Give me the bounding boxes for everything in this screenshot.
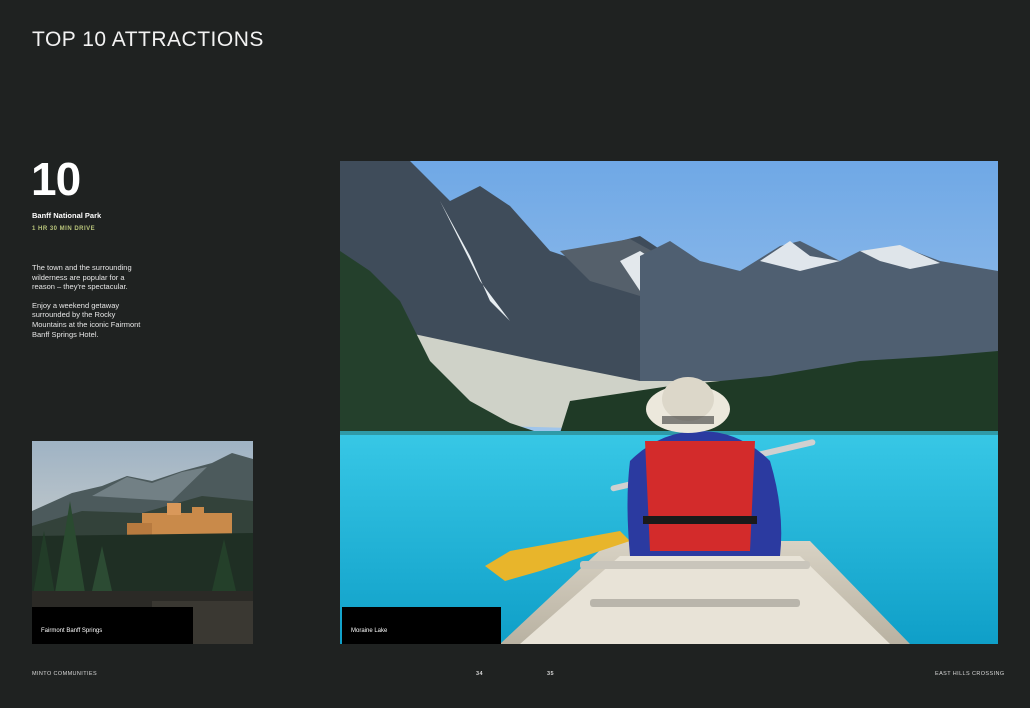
page-title: TOP 10 ATTRACTIONS <box>32 28 264 51</box>
photo-moraine-lake: Moraine Lake <box>340 161 998 644</box>
photo-caption: Fairmont Banff Springs <box>41 627 103 634</box>
attraction-rank: 10 <box>31 153 81 205</box>
attraction-description: The town and the surrounding wilderness … <box>32 263 144 348</box>
photo-caption: Moraine Lake <box>351 627 388 634</box>
footer-right-brand: EAST HILLS CROSSING <box>935 671 1005 677</box>
footer-left-brand: MINTO COMMUNITIES <box>32 671 98 677</box>
description-paragraph: The town and the surrounding wilderness … <box>32 263 132 292</box>
description-paragraph: Enjoy a weekend getaway surrounded by th… <box>32 300 141 339</box>
attraction-name: Banff National Park <box>32 211 102 220</box>
caption-box: Moraine Lake <box>342 607 501 644</box>
lake-photo-illustration <box>340 161 998 644</box>
caption-box: Fairmont Banff Springs <box>32 607 193 644</box>
drive-time: 1 HR 30 MIN DRIVE <box>32 226 96 232</box>
page-number-left: 34 <box>476 671 483 677</box>
photo-fairmont-banff-springs: Fairmont Banff Springs <box>32 441 253 644</box>
page-number-right: 35 <box>547 671 554 677</box>
